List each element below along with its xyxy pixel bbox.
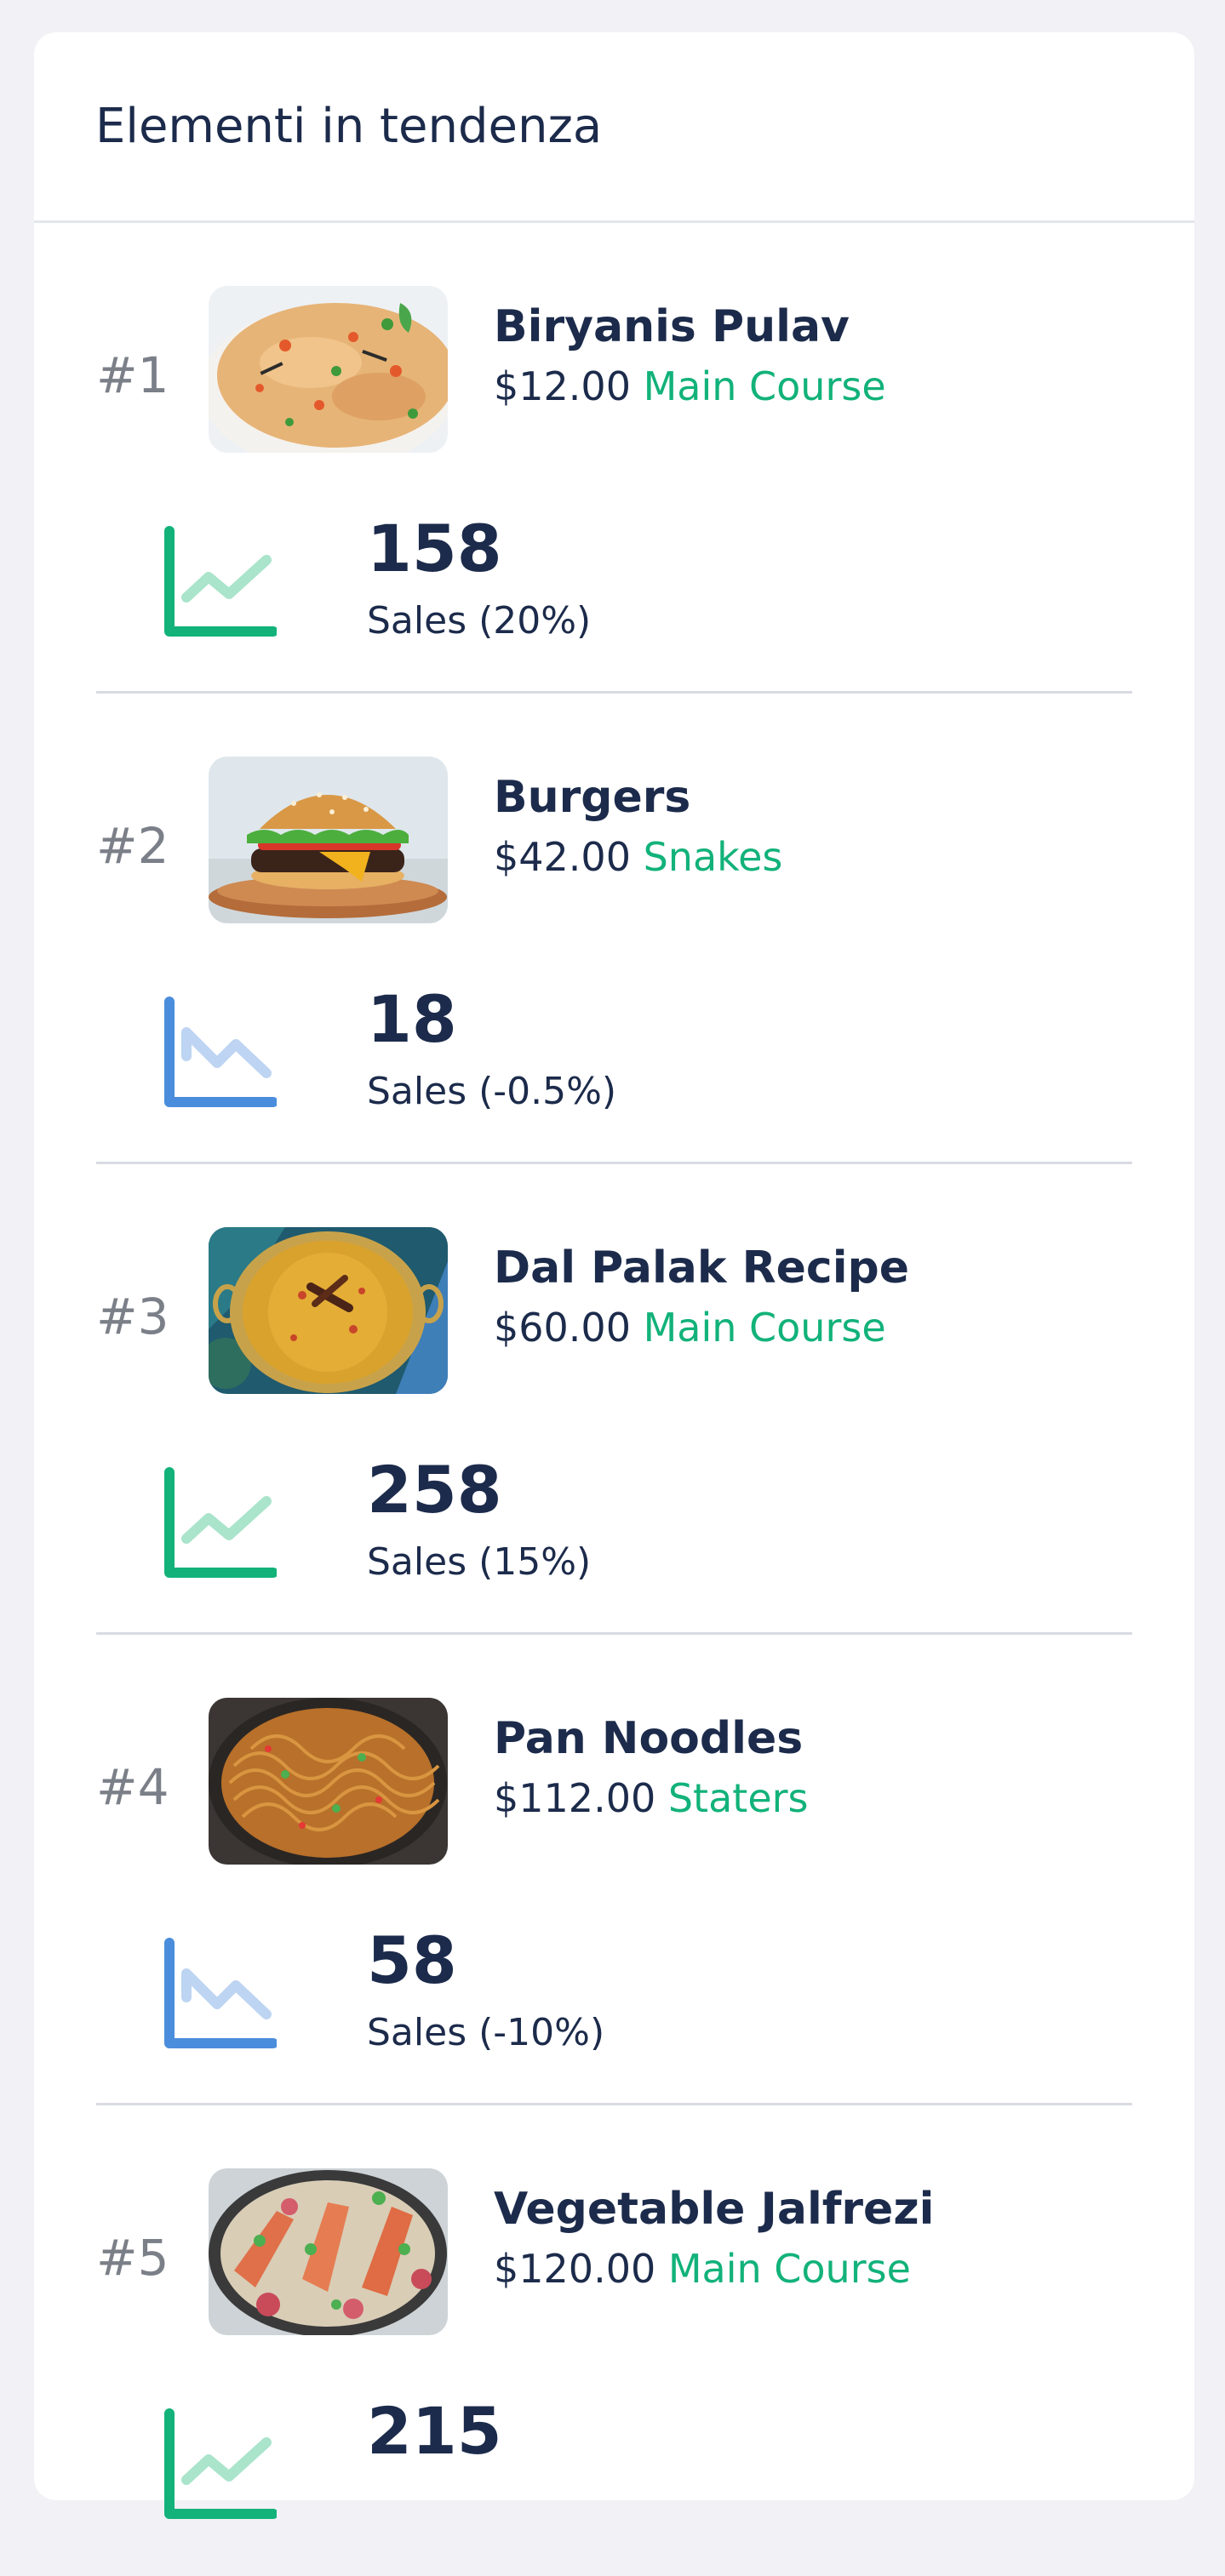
sales-label: Sales (-0.5%)	[367, 1070, 617, 1113]
item-name[interactable]: Vegetable Jalfrezi	[494, 2184, 934, 2235]
noodles-image	[209, 1698, 448, 1865]
sales-label: Sales (15%)	[367, 1540, 592, 1584]
item-meta: $42.00 Snakes	[494, 834, 782, 880]
item-meta: $60.00 Main Course	[494, 1305, 886, 1351]
list-item[interactable]: #2 Burgers $42.00 Snakes 18 Sales (-0.5%…	[96, 694, 1132, 1164]
item-category[interactable]: Main Course	[668, 2246, 911, 2292]
jalfrezi-image	[209, 2168, 448, 2335]
sales-value: 158	[367, 511, 502, 586]
sales-label: Sales (-10%)	[367, 2011, 605, 2054]
item-category[interactable]: Main Course	[644, 363, 886, 409]
item-rank: #5	[96, 2229, 169, 2287]
sales-value: 215	[367, 2393, 502, 2469]
item-meta: $120.00 Main Course	[494, 2246, 911, 2292]
item-price: $42.00	[494, 834, 631, 880]
card-title: Elementi in tendenza	[95, 99, 603, 154]
sales-value: 18	[367, 981, 457, 1057]
item-name[interactable]: Biryanis Pulav	[494, 301, 850, 352]
biryani-image	[209, 286, 448, 453]
item-price: $60.00	[494, 1305, 631, 1351]
trending-items-card: Elementi in tendenza #1 Biryanis Pulav $…	[34, 32, 1194, 2519]
sales-value: 258	[367, 1452, 502, 1528]
sales-label: Sales (20%)	[367, 599, 592, 643]
sales-value: 58	[367, 1922, 457, 1998]
item-meta: $12.00 Main Course	[494, 363, 886, 409]
item-price: $112.00	[494, 1775, 656, 1821]
burger-image	[209, 757, 448, 923]
item-price: $120.00	[494, 2246, 656, 2292]
item-meta: $112.00 Staters	[494, 1775, 809, 1821]
list-item[interactable]: #5 Vegetable Jalfrezi $120.00 Main Cours…	[96, 2105, 1132, 2576]
item-category[interactable]: Main Course	[644, 1305, 886, 1351]
trend-up-icon	[157, 523, 277, 642]
card-header: Elementi in tendenza	[34, 32, 1194, 223]
item-category[interactable]: Snakes	[644, 834, 783, 880]
item-rank: #3	[96, 1288, 169, 1345]
trend-down-icon	[157, 993, 277, 1112]
item-rank: #2	[96, 817, 169, 875]
trend-down-icon	[157, 1934, 277, 2053]
trending-list: #1 Biryanis Pulav $12.00 Main Course 158…	[34, 223, 1194, 2576]
list-item[interactable]: #4 Pan Noodles $112.00 Staters 58 Sales …	[96, 1635, 1132, 2105]
trend-up-icon	[157, 1464, 277, 1583]
trend-up-icon	[157, 2405, 277, 2524]
item-name[interactable]: Pan Noodles	[494, 1713, 803, 1764]
item-rank: #1	[96, 346, 169, 404]
item-rank: #4	[96, 1758, 169, 1816]
list-item[interactable]: #1 Biryanis Pulav $12.00 Main Course 158…	[96, 223, 1132, 694]
item-name[interactable]: Dal Palak Recipe	[494, 1242, 909, 1294]
item-price: $12.00	[494, 363, 631, 409]
item-name[interactable]: Burgers	[494, 772, 690, 823]
list-item[interactable]: #3 Dal Palak Recipe $60.00 Main Course 2…	[96, 1164, 1132, 1635]
dal-palak-image	[209, 1227, 448, 1394]
item-category[interactable]: Staters	[668, 1775, 809, 1821]
